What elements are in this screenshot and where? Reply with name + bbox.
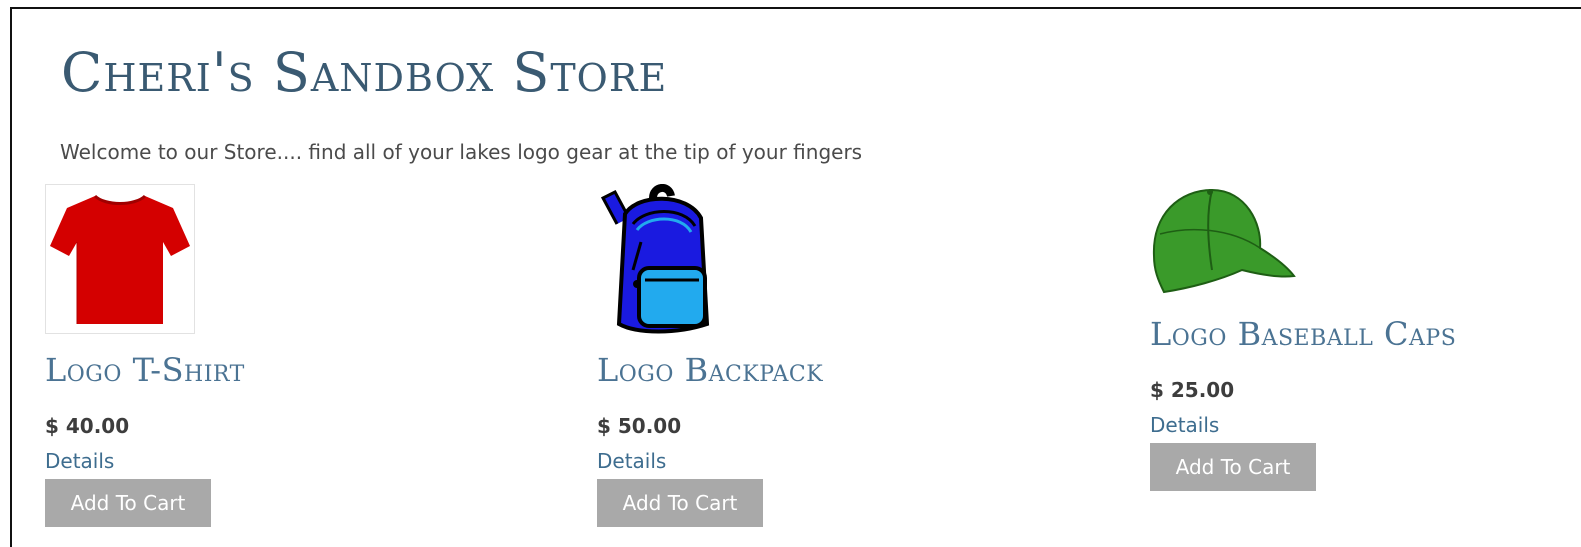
product-name[interactable]: Logo T-Shirt <box>45 354 245 386</box>
product-price: $ 25.00 <box>1150 378 1235 402</box>
product-card-cap: Logo Baseball Caps $ 25.00 Details Add T… <box>1150 184 1550 491</box>
red-tshirt-image[interactable] <box>45 184 195 334</box>
details-link[interactable]: Details <box>45 449 114 473</box>
add-to-cart-button[interactable]: Add To Cart <box>45 479 211 527</box>
details-link[interactable]: Details <box>597 449 666 473</box>
add-to-cart-button[interactable]: Add To Cart <box>597 479 763 527</box>
product-card-tshirt: Logo T-Shirt $ 40.00 Details Add To Cart <box>45 184 445 527</box>
green-cap-image[interactable] <box>1150 184 1300 304</box>
blue-backpack-image[interactable] <box>597 184 747 334</box>
store-title: Cheri's Sandbox Store <box>61 41 668 104</box>
add-to-cart-button[interactable]: Add To Cart <box>1150 443 1316 491</box>
product-card-backpack: Logo Backpack $ 50.00 Details Add To Car… <box>597 184 997 527</box>
welcome-text: Welcome to our Store.... find all of you… <box>60 140 863 164</box>
product-price: $ 50.00 <box>597 414 682 438</box>
product-price: $ 40.00 <box>45 414 130 438</box>
product-name[interactable]: Logo Backpack <box>597 354 823 386</box>
product-name[interactable]: Logo Baseball Caps <box>1150 318 1456 350</box>
details-link[interactable]: Details <box>1150 413 1219 437</box>
